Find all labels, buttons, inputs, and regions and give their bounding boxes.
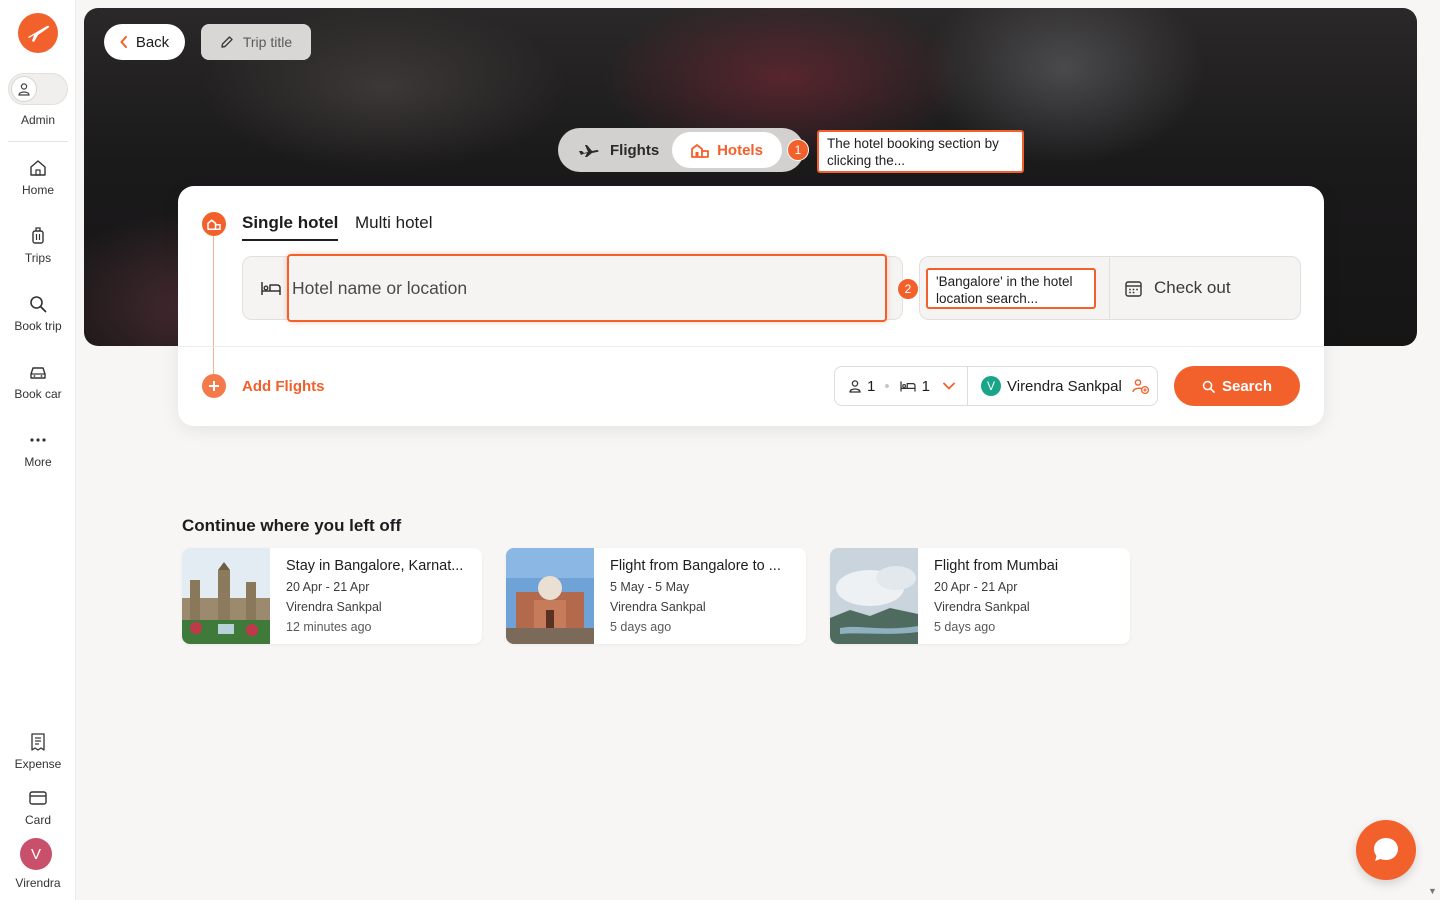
- back-label: Back: [135, 33, 170, 51]
- user-icon: [11, 76, 37, 102]
- search-icon: [1202, 380, 1215, 393]
- chat-button[interactable]: [1356, 820, 1416, 880]
- recent-card-title: Flight from Mumbai: [934, 558, 1059, 574]
- bed-icon: [899, 381, 916, 392]
- recent-card-traveller: Virendra Sankpal: [286, 600, 382, 614]
- traveller-name: Virendra Sankpal: [1007, 377, 1122, 395]
- more-icon: [30, 438, 46, 442]
- tab-multi-hotel[interactable]: Multi hotel: [355, 213, 432, 233]
- sidebar-item-label: More: [24, 455, 52, 469]
- checkout-field[interactable]: Check out: [1124, 278, 1231, 298]
- traveller-selector[interactable]: V Virendra Sankpal: [968, 366, 1158, 406]
- person-icon: [849, 380, 861, 393]
- recent-card-traveller: Virendra Sankpal: [934, 600, 1030, 614]
- chevron-left-icon: [120, 36, 127, 48]
- annotation-callout-2: 'Bangalore' in the hotel location search…: [926, 268, 1096, 309]
- sidebar-item-label: Home: [21, 183, 54, 197]
- sidebar-item-label: Trips: [24, 251, 52, 265]
- sidebar-item-more[interactable]: More: [0, 430, 76, 469]
- checkout-label: Check out: [1154, 278, 1231, 297]
- home-icon: [30, 160, 46, 176]
- recent-card-dates: 20 Apr - 21 Apr: [286, 580, 370, 594]
- app-logo[interactable]: [18, 13, 58, 53]
- trip-title-label: Trip title: [242, 34, 293, 50]
- dates-divider: [1109, 257, 1110, 319]
- add-traveller-icon[interactable]: [1132, 378, 1150, 394]
- annotation-callout-1: The hotel booking section by clicking th…: [817, 130, 1024, 173]
- recent-card[interactable]: Flight from Mumbai 20 Apr - 21 Apr Viren…: [830, 548, 1130, 644]
- guests-count: 1: [867, 377, 876, 395]
- tab-hotels[interactable]: Hotels: [672, 132, 782, 168]
- back-button[interactable]: Back: [104, 24, 185, 60]
- traveller-avatar: V: [981, 376, 1001, 396]
- admin-toggle[interactable]: [8, 73, 68, 105]
- search-label: Search: [1221, 377, 1273, 395]
- trip-title-button[interactable]: Trip title: [201, 24, 311, 60]
- plus-icon: [202, 374, 226, 398]
- hotel-icon: [691, 144, 709, 158]
- recent-card-updated: 5 days ago: [610, 620, 672, 634]
- sidebar-divider: [8, 141, 68, 142]
- bed-icon: [261, 282, 281, 295]
- sidebar-item-label: Book car: [14, 387, 62, 401]
- hotel-step-icon: [202, 212, 226, 236]
- hotels-label: Hotels: [717, 141, 763, 159]
- mode-switch: Flights Hotels: [558, 128, 804, 172]
- sidebar-item-label: Expense: [14, 757, 62, 771]
- sidebar-item-label: Card: [24, 813, 51, 827]
- pencil-icon: [221, 36, 233, 48]
- plane-icon: [579, 145, 599, 157]
- add-flights-button[interactable]: Add Flights: [202, 374, 325, 398]
- scroll-down-arrow[interactable]: ▼: [1428, 886, 1438, 896]
- sidebar: Admin Home Trips Book trip Book car More…: [0, 0, 76, 900]
- user-name: Virendra: [15, 876, 61, 890]
- step-badge-1: 1: [787, 139, 809, 161]
- landscape-thumbnail: [830, 548, 918, 644]
- sidebar-item-expense[interactable]: Expense: [0, 732, 76, 771]
- rooms-count: 1: [921, 377, 930, 395]
- timeline-line: [213, 236, 214, 374]
- chevron-down-icon: [943, 382, 955, 390]
- search-button[interactable]: Search: [1174, 366, 1300, 406]
- chat-bubble-icon: [1374, 838, 1398, 861]
- recent-card[interactable]: Stay in Bangalore, Karnat... 20 Apr - 21…: [182, 548, 482, 644]
- luggage-icon: [32, 227, 44, 244]
- recent-card-updated: 12 minutes ago: [286, 620, 372, 634]
- plane-logo-icon: [28, 25, 50, 42]
- recent-card-dates: 20 Apr - 21 Apr: [934, 580, 1018, 594]
- sidebar-item-label: Book trip: [14, 319, 62, 333]
- add-flights-label: Add Flights: [242, 377, 325, 395]
- sidebar-item-card[interactable]: Card: [0, 788, 76, 827]
- search-icon: [30, 296, 47, 313]
- sidebar-item-home[interactable]: Home: [0, 158, 76, 197]
- avatar[interactable]: V: [20, 838, 52, 870]
- recent-card-title: Flight from Bangalore to ...: [610, 558, 781, 574]
- admin-label: Admin: [20, 113, 55, 127]
- receipt-icon: [31, 733, 45, 751]
- car-icon: [30, 367, 46, 379]
- hotel-location-input[interactable]: [287, 254, 887, 322]
- recent-card-traveller: Virendra Sankpal: [610, 600, 706, 614]
- tab-flights[interactable]: Flights: [578, 128, 659, 172]
- flights-label: Flights: [610, 141, 660, 159]
- card-icon: [29, 791, 47, 805]
- separator-dot: •: [884, 377, 890, 395]
- step-badge-2: 2: [897, 278, 919, 300]
- calendar-icon: [1125, 280, 1142, 297]
- sidebar-item-trips[interactable]: Trips: [0, 226, 76, 265]
- sidebar-item-book-trip[interactable]: Book trip: [0, 294, 76, 333]
- sidebar-item-book-car[interactable]: Book car: [0, 362, 76, 401]
- recent-card[interactable]: Flight from Bangalore to ... 5 May - 5 M…: [506, 548, 806, 644]
- recent-card-dates: 5 May - 5 May: [610, 580, 690, 594]
- recent-card-title: Stay in Bangalore, Karnat...: [286, 558, 464, 574]
- monument-thumbnail: [506, 548, 594, 644]
- palace-thumbnail: [182, 548, 270, 644]
- card-divider: [178, 346, 1324, 347]
- recent-card-updated: 5 days ago: [934, 620, 996, 634]
- tab-single-hotel[interactable]: Single hotel: [242, 213, 339, 241]
- guests-rooms-selector[interactable]: 1 • 1: [834, 366, 968, 406]
- recent-section-title: Continue where you left off: [182, 516, 402, 535]
